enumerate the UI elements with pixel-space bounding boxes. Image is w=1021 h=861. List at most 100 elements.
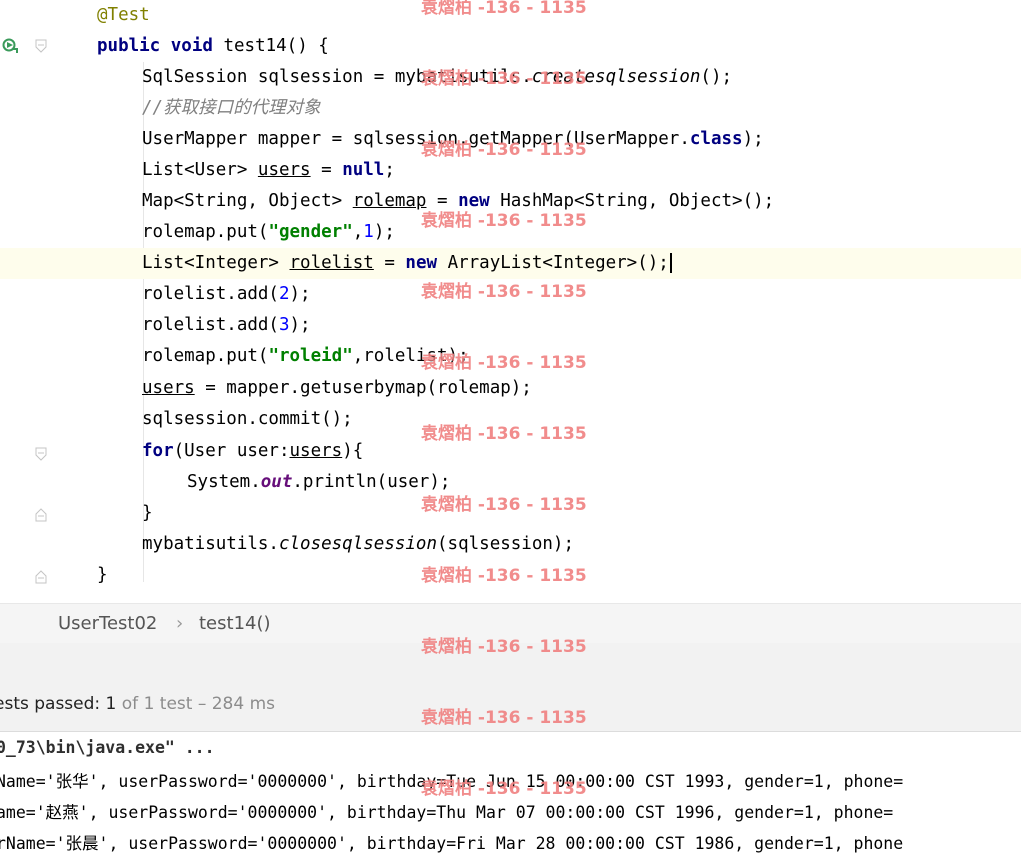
console-row: Name='张华', userPassword='0000000', birth… bbox=[0, 772, 904, 791]
variable-users: users bbox=[142, 378, 195, 398]
variable-rolelist: rolelist bbox=[289, 253, 374, 273]
keyword-new: new bbox=[458, 191, 490, 211]
code-text: (); bbox=[700, 67, 733, 87]
static-method: closesqlsession bbox=[278, 534, 438, 554]
console-command-line: 0_73\bin\java.exe" ... bbox=[0, 738, 215, 757]
string-literal: "gender" bbox=[268, 222, 353, 242]
number-literal: 1 bbox=[363, 222, 374, 242]
statement: rolelist.add(2); bbox=[142, 283, 311, 305]
closing-brace: } bbox=[97, 565, 108, 585]
test-summary: of 1 test – 284 ms bbox=[116, 694, 276, 714]
code-text: ); bbox=[289, 284, 311, 304]
code-text: ); bbox=[742, 129, 764, 149]
test-passed-count: 1 bbox=[105, 694, 117, 714]
code-text: , bbox=[352, 222, 364, 242]
statement: List<User> users = null; bbox=[142, 159, 395, 181]
code-line[interactable]: List<User> users = null; bbox=[0, 155, 1021, 186]
code-line[interactable]: mybatisutils.closesqlsession(sqlsession)… bbox=[0, 529, 1021, 560]
keyword-null: null bbox=[342, 160, 385, 180]
code-line[interactable]: //获取接口的代理对象 bbox=[0, 93, 1021, 124]
static-field: out bbox=[260, 472, 293, 492]
run-panel-toolbar bbox=[0, 643, 1021, 731]
code-text: SqlSession sqlsession = mybatisutils. bbox=[142, 67, 532, 87]
number-literal: 3 bbox=[278, 315, 290, 335]
test-status-label: ests passed: bbox=[0, 694, 106, 714]
statement: rolemap.put("gender",1); bbox=[142, 221, 395, 243]
number-literal: 2 bbox=[278, 284, 290, 304]
closing-brace: } bbox=[142, 503, 153, 523]
breadcrumb-class[interactable]: UserTest02 bbox=[58, 613, 157, 634]
code-text: rolelist.add( bbox=[142, 315, 279, 335]
statement: Map<String, Object> rolemap = new HashMa… bbox=[142, 190, 774, 212]
code-text: = bbox=[426, 191, 459, 211]
code-text: rolemap.put( bbox=[142, 222, 269, 242]
console-row: rName='张晨', userPassword='0000000', birt… bbox=[0, 834, 904, 853]
statement: mybatisutils.closesqlsession(sqlsession)… bbox=[142, 533, 574, 555]
comment: //获取接口的代理对象 bbox=[142, 98, 321, 118]
code-editor[interactable]: @Test public void test14() { SqlSession … bbox=[0, 0, 1021, 603]
code-text: ); bbox=[289, 315, 311, 335]
code-text: UserMapper mapper = sqlsession.getMapper… bbox=[142, 129, 690, 149]
text-caret bbox=[669, 253, 672, 273]
keyword-for: for bbox=[142, 441, 174, 461]
code-line[interactable]: } bbox=[0, 498, 1021, 529]
code-text: .println(user); bbox=[292, 472, 451, 492]
code-line[interactable]: rolemap.put("roleid",rolelist); bbox=[0, 341, 1021, 372]
annotation-test: @Test bbox=[97, 5, 150, 25]
string-literal: "roleid" bbox=[268, 346, 353, 366]
statement: for(User user:users){ bbox=[142, 440, 363, 462]
breadcrumb-method[interactable]: test14() bbox=[199, 613, 271, 634]
statement: sqlsession.commit(); bbox=[142, 409, 353, 429]
code-line[interactable]: for(User user:users){ bbox=[0, 436, 1021, 467]
code-text: System. bbox=[187, 472, 261, 492]
keyword-class: class bbox=[689, 129, 743, 149]
code-text: = mapper.getuserbymap(rolemap); bbox=[194, 378, 532, 398]
code-line[interactable]: } bbox=[0, 560, 1021, 591]
code-line[interactable]: public void test14() { bbox=[0, 31, 1021, 62]
code-line[interactable]: rolelist.add(2); bbox=[0, 279, 1021, 310]
code-text: = bbox=[310, 160, 343, 180]
keyword-public: public bbox=[97, 36, 161, 56]
console-row: ame='赵燕', userPassword='0000000', birthd… bbox=[0, 803, 894, 822]
statement: users = mapper.getuserbymap(rolemap); bbox=[142, 377, 532, 399]
code-text: (User user: bbox=[173, 441, 290, 461]
code-text: ); bbox=[373, 222, 395, 242]
code-line-current[interactable]: List<Integer> rolelist = new ArrayList<I… bbox=[0, 248, 1021, 279]
code-text: rolelist.add( bbox=[142, 284, 279, 304]
code-text: List<User> bbox=[142, 160, 258, 180]
variable-users: users bbox=[257, 160, 311, 180]
code-text: Map<String, Object> bbox=[142, 191, 353, 211]
statement: System.out.println(user); bbox=[187, 471, 450, 493]
method-signature: public void test14() { bbox=[97, 35, 329, 57]
code-text: rolemap.put( bbox=[142, 346, 269, 366]
static-method: createsqlsession bbox=[531, 67, 701, 87]
code-line[interactable]: users = mapper.getuserbymap(rolemap); bbox=[0, 373, 1021, 404]
keyword-void: void bbox=[170, 36, 213, 56]
breadcrumb: UserTest02 › test14() bbox=[0, 603, 1021, 644]
code-line[interactable]: sqlsession.commit(); bbox=[0, 404, 1021, 435]
code-text: List<Integer> bbox=[142, 253, 290, 273]
keyword-new: new bbox=[405, 253, 438, 273]
statement: rolelist.add(3); bbox=[142, 314, 311, 336]
code-text: ArrayList<Integer>(); bbox=[437, 253, 669, 273]
variable-rolemap: rolemap bbox=[352, 191, 427, 211]
code-line[interactable]: System.out.println(user); bbox=[0, 467, 1021, 498]
code-text: ){ bbox=[342, 441, 364, 461]
breadcrumb-separator-icon: › bbox=[176, 613, 184, 634]
code-line[interactable]: @Test bbox=[0, 0, 1021, 31]
test-status: ests passed: 1 of 1 test – 284 ms bbox=[0, 694, 275, 714]
code-line[interactable]: SqlSession sqlsession = mybatisutils.cre… bbox=[0, 62, 1021, 93]
code-line[interactable]: Map<String, Object> rolemap = new HashMa… bbox=[0, 186, 1021, 217]
statement: SqlSession sqlsession = mybatisutils.cre… bbox=[142, 66, 732, 88]
code-text: ,rolelist); bbox=[352, 346, 469, 366]
method-name: test14() { bbox=[212, 36, 329, 56]
code-line[interactable]: rolelist.add(3); bbox=[0, 310, 1021, 341]
statement: UserMapper mapper = sqlsession.getMapper… bbox=[142, 128, 764, 150]
code-line[interactable]: rolemap.put("gender",1); bbox=[0, 217, 1021, 248]
code-line[interactable]: UserMapper mapper = sqlsession.getMapper… bbox=[0, 124, 1021, 155]
console-output[interactable]: 0_73\bin\java.exe" ... Name='张华', userPa… bbox=[0, 731, 1021, 861]
variable-users: users bbox=[289, 441, 343, 461]
code-text: HashMap<String, Object>(); bbox=[489, 191, 775, 211]
code-text: = bbox=[373, 253, 406, 273]
statement: rolemap.put("roleid",rolelist); bbox=[142, 345, 469, 367]
